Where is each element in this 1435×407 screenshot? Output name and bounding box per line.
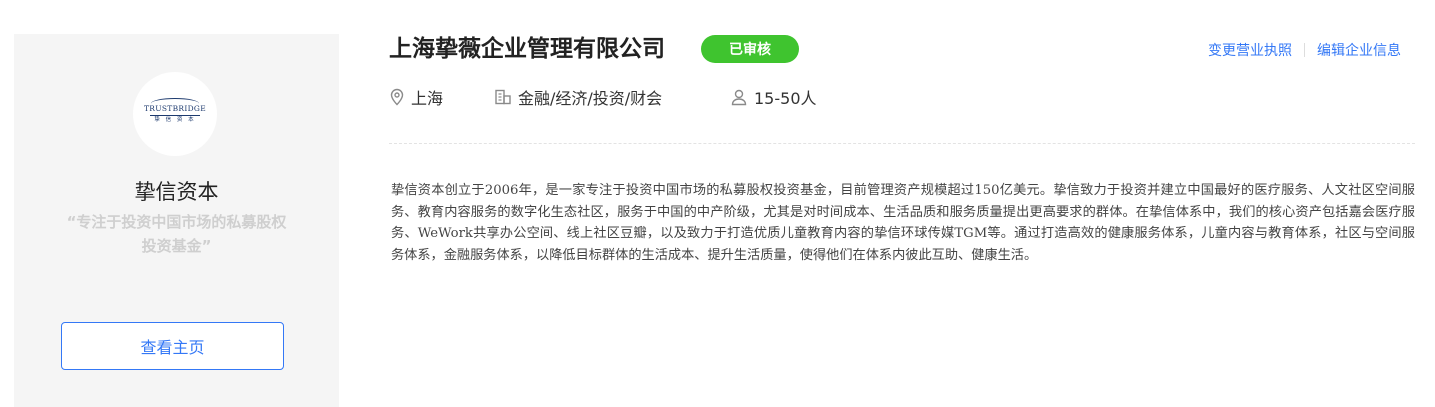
person-icon xyxy=(730,88,748,106)
header-actions: 变更营业执照 编辑企业信息 xyxy=(1208,40,1401,60)
company-short-name: 挚信资本 xyxy=(134,180,219,204)
company-full-name: 上海挚薇企业管理有限公司 xyxy=(389,36,665,62)
size-text: 15-50人 xyxy=(754,89,817,108)
edit-info-link[interactable]: 编辑企业信息 xyxy=(1317,40,1401,60)
meta-location: 上海 xyxy=(389,86,443,108)
building-icon xyxy=(494,88,512,106)
section-divider xyxy=(389,143,1415,144)
meta-company-size: 15-50人 xyxy=(730,86,817,108)
company-description: 挚信资本创立于2006年，是一家专注于投资中国市场的私募股权投资基金，目前管理资… xyxy=(391,183,1415,263)
logo-swoosh-icon xyxy=(151,98,199,109)
action-divider xyxy=(1304,43,1305,57)
location-pin-icon xyxy=(389,88,405,106)
logo-rule xyxy=(150,114,200,116)
status-badge: 已审核 xyxy=(701,35,799,63)
view-homepage-button[interactable]: 查看主页 xyxy=(61,322,284,370)
industry-text: 金融/经济/投资/财会 xyxy=(518,89,663,108)
meta-industry: 金融/经济/投资/财会 xyxy=(494,86,662,108)
logo-sub-text: 挚 信 资 本 xyxy=(154,116,196,123)
change-license-link[interactable]: 变更营业执照 xyxy=(1208,40,1292,60)
company-slogan: “专注于投资中国市场的私募股权投资基金” xyxy=(66,213,287,255)
company-logo: TRUSTBRIDGE 挚 信 资 本 xyxy=(133,72,217,156)
location-text: 上海 xyxy=(411,89,444,108)
